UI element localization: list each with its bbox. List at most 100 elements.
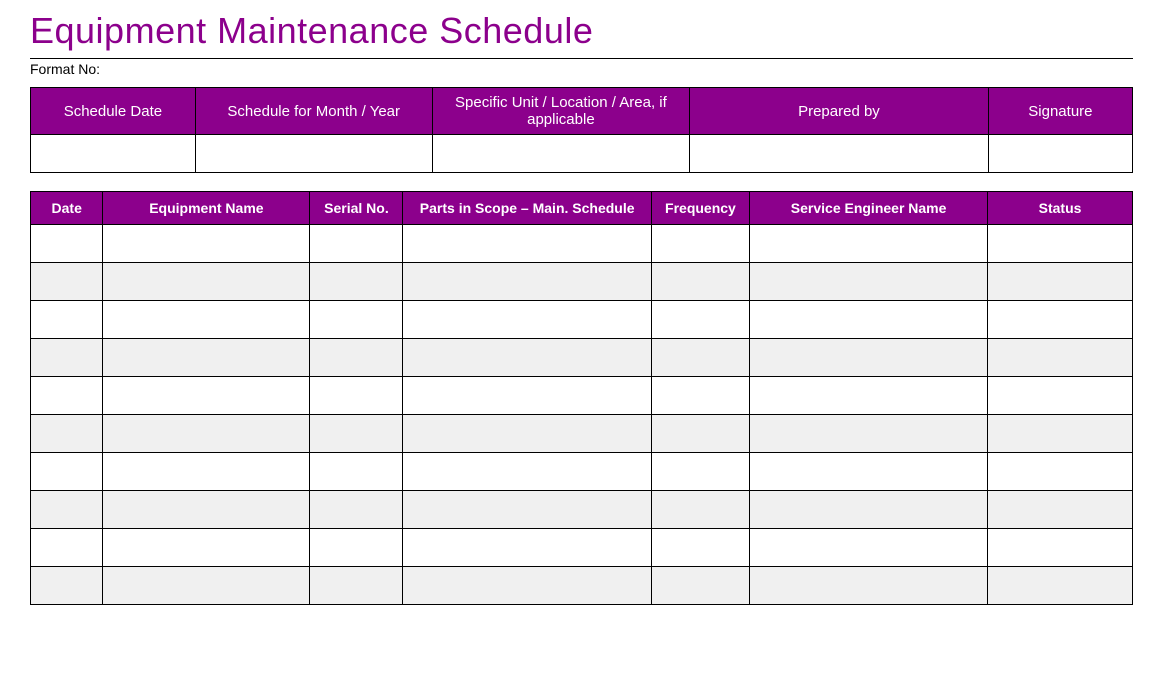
cell-status[interactable] bbox=[988, 339, 1133, 377]
cell-parts_scope[interactable] bbox=[403, 453, 651, 491]
cell-frequency[interactable] bbox=[651, 529, 749, 567]
cell-serial_no[interactable] bbox=[310, 453, 403, 491]
cell-equipment_name[interactable] bbox=[103, 529, 310, 567]
table-row bbox=[31, 415, 1133, 453]
schedule-table-body bbox=[31, 225, 1133, 605]
cell-date[interactable] bbox=[31, 453, 103, 491]
cell-serial_no[interactable] bbox=[310, 301, 403, 339]
col-engineer: Service Engineer Name bbox=[750, 192, 988, 225]
cell-serial_no[interactable] bbox=[310, 263, 403, 301]
cell-serial_no[interactable] bbox=[310, 415, 403, 453]
cell-equipment_name[interactable] bbox=[103, 339, 310, 377]
cell-parts_scope[interactable] bbox=[403, 301, 651, 339]
info-header-unit-location: Specific Unit / Location / Area, if appl… bbox=[432, 88, 689, 135]
cell-serial_no[interactable] bbox=[310, 339, 403, 377]
cell-date[interactable] bbox=[31, 415, 103, 453]
cell-status[interactable] bbox=[988, 377, 1133, 415]
cell-date[interactable] bbox=[31, 225, 103, 263]
cell-engineer[interactable] bbox=[750, 529, 988, 567]
cell-serial_no[interactable] bbox=[310, 225, 403, 263]
col-date: Date bbox=[31, 192, 103, 225]
info-cell-schedule-for[interactable] bbox=[195, 135, 432, 173]
cell-engineer[interactable] bbox=[750, 225, 988, 263]
col-serial-no: Serial No. bbox=[310, 192, 403, 225]
cell-serial_no[interactable] bbox=[310, 377, 403, 415]
cell-frequency[interactable] bbox=[651, 339, 749, 377]
info-header-prepared-by: Prepared by bbox=[690, 88, 989, 135]
cell-status[interactable] bbox=[988, 225, 1133, 263]
cell-date[interactable] bbox=[31, 263, 103, 301]
info-header-schedule-date: Schedule Date bbox=[31, 88, 196, 135]
cell-status[interactable] bbox=[988, 529, 1133, 567]
cell-status[interactable] bbox=[988, 453, 1133, 491]
info-cell-unit-location[interactable] bbox=[432, 135, 689, 173]
cell-parts_scope[interactable] bbox=[403, 567, 651, 605]
cell-engineer[interactable] bbox=[750, 453, 988, 491]
cell-date[interactable] bbox=[31, 339, 103, 377]
cell-engineer[interactable] bbox=[750, 415, 988, 453]
cell-engineer[interactable] bbox=[750, 339, 988, 377]
table-row bbox=[31, 491, 1133, 529]
cell-frequency[interactable] bbox=[651, 453, 749, 491]
cell-parts_scope[interactable] bbox=[403, 225, 651, 263]
cell-frequency[interactable] bbox=[651, 567, 749, 605]
cell-status[interactable] bbox=[988, 415, 1133, 453]
cell-parts_scope[interactable] bbox=[403, 377, 651, 415]
cell-date[interactable] bbox=[31, 567, 103, 605]
cell-equipment_name[interactable] bbox=[103, 415, 310, 453]
cell-equipment_name[interactable] bbox=[103, 301, 310, 339]
table-row bbox=[31, 225, 1133, 263]
cell-frequency[interactable] bbox=[651, 263, 749, 301]
cell-date[interactable] bbox=[31, 529, 103, 567]
cell-engineer[interactable] bbox=[750, 567, 988, 605]
cell-equipment_name[interactable] bbox=[103, 225, 310, 263]
cell-parts_scope[interactable] bbox=[403, 529, 651, 567]
cell-frequency[interactable] bbox=[651, 415, 749, 453]
cell-status[interactable] bbox=[988, 301, 1133, 339]
cell-parts_scope[interactable] bbox=[403, 263, 651, 301]
cell-status[interactable] bbox=[988, 263, 1133, 301]
cell-equipment_name[interactable] bbox=[103, 377, 310, 415]
table-row bbox=[31, 377, 1133, 415]
table-row bbox=[31, 301, 1133, 339]
cell-equipment_name[interactable] bbox=[103, 567, 310, 605]
info-table: Schedule Date Schedule for Month / Year … bbox=[30, 87, 1133, 173]
cell-frequency[interactable] bbox=[651, 225, 749, 263]
cell-date[interactable] bbox=[31, 377, 103, 415]
cell-parts_scope[interactable] bbox=[403, 491, 651, 529]
page-title: Equipment Maintenance Schedule bbox=[30, 10, 1133, 52]
schedule-table: Date Equipment Name Serial No. Parts in … bbox=[30, 191, 1133, 605]
cell-engineer[interactable] bbox=[750, 301, 988, 339]
cell-equipment_name[interactable] bbox=[103, 263, 310, 301]
cell-date[interactable] bbox=[31, 491, 103, 529]
cell-equipment_name[interactable] bbox=[103, 491, 310, 529]
cell-engineer[interactable] bbox=[750, 263, 988, 301]
cell-engineer[interactable] bbox=[750, 491, 988, 529]
cell-frequency[interactable] bbox=[651, 491, 749, 529]
cell-date[interactable] bbox=[31, 301, 103, 339]
cell-serial_no[interactable] bbox=[310, 567, 403, 605]
title-divider bbox=[30, 58, 1133, 59]
table-row bbox=[31, 339, 1133, 377]
col-frequency: Frequency bbox=[651, 192, 749, 225]
cell-frequency[interactable] bbox=[651, 301, 749, 339]
table-row bbox=[31, 263, 1133, 301]
col-parts-scope: Parts in Scope – Main. Schedule bbox=[403, 192, 651, 225]
cell-engineer[interactable] bbox=[750, 377, 988, 415]
table-row bbox=[31, 453, 1133, 491]
cell-frequency[interactable] bbox=[651, 377, 749, 415]
table-row bbox=[31, 529, 1133, 567]
info-cell-prepared-by[interactable] bbox=[690, 135, 989, 173]
info-header-schedule-for: Schedule for Month / Year bbox=[195, 88, 432, 135]
cell-serial_no[interactable] bbox=[310, 529, 403, 567]
cell-equipment_name[interactable] bbox=[103, 453, 310, 491]
info-cell-schedule-date[interactable] bbox=[31, 135, 196, 173]
info-cell-signature[interactable] bbox=[988, 135, 1132, 173]
cell-status[interactable] bbox=[988, 491, 1133, 529]
col-status: Status bbox=[988, 192, 1133, 225]
cell-parts_scope[interactable] bbox=[403, 339, 651, 377]
format-no-label: Format No: bbox=[30, 61, 1133, 77]
cell-status[interactable] bbox=[988, 567, 1133, 605]
cell-serial_no[interactable] bbox=[310, 491, 403, 529]
cell-parts_scope[interactable] bbox=[403, 415, 651, 453]
